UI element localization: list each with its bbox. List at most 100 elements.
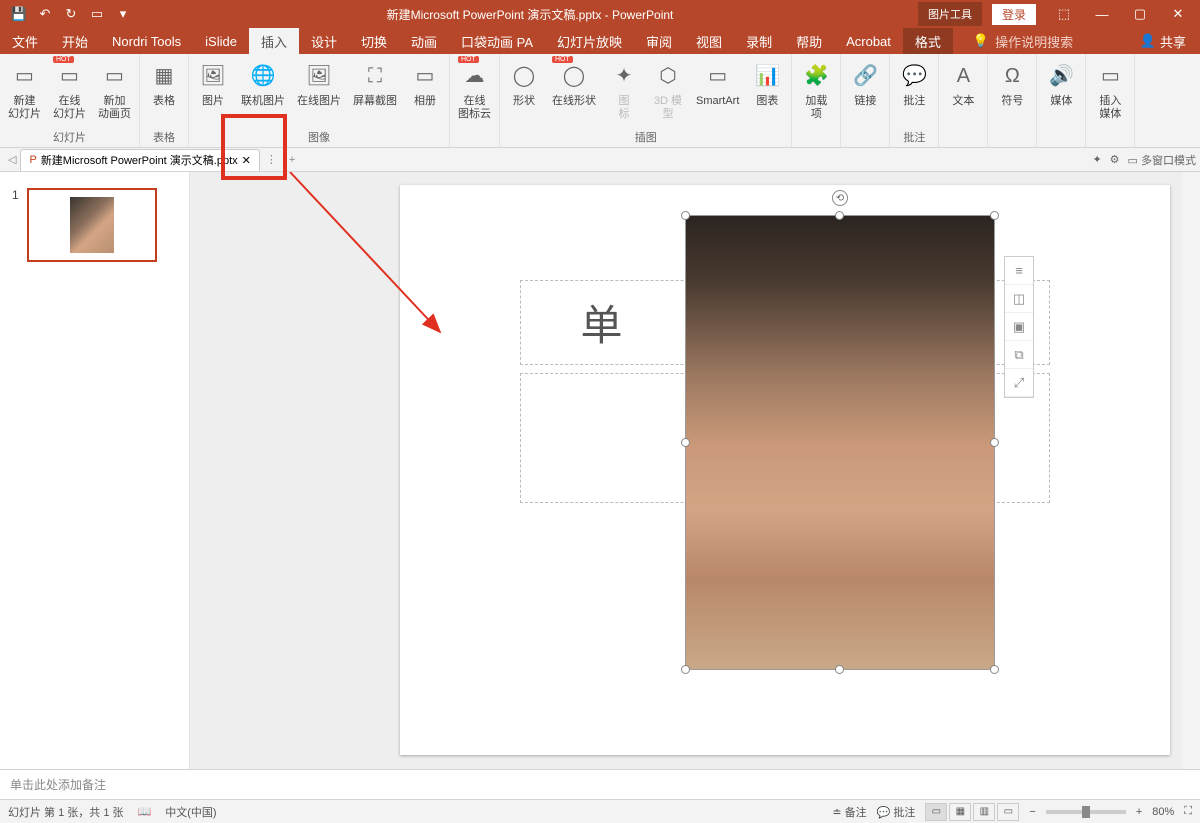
maximize-icon[interactable]: ▢ <box>1122 1 1158 27</box>
redo-icon[interactable]: ↻ <box>60 3 82 25</box>
rotate-handle[interactable]: ⟲ <box>832 190 848 206</box>
image-content <box>686 216 994 669</box>
tab-insert[interactable]: 插入 <box>249 28 299 54</box>
online-slide-button[interactable]: ▭在线 幻灯片 <box>47 58 92 123</box>
vertical-scrollbar[interactable] <box>1182 172 1200 769</box>
online-pic-button[interactable]: 🖼在线图片 <box>291 58 347 127</box>
slide-canvas[interactable]: 单 标题 ⟲ ≡ ◫ ▣ ⧉ ⤢ <box>400 185 1170 755</box>
insert-media-button[interactable]: ▭插入 媒体 <box>1088 58 1132 143</box>
ribbon-options-icon[interactable]: ⬚ <box>1046 1 1082 27</box>
zoom-in-icon[interactable]: + <box>1136 806 1142 818</box>
tab-format[interactable]: 格式 <box>903 28 953 54</box>
status-comments-button[interactable]: 💬 批注 <box>877 804 916 820</box>
insert-media-icon: ▭ <box>1094 60 1126 92</box>
resize-handle-br[interactable] <box>990 665 999 674</box>
icon-cloud-button[interactable]: ☁在线 图标云 <box>452 58 497 123</box>
tab-islide[interactable]: iSlide <box>193 28 249 54</box>
resize-handle-ml[interactable] <box>681 438 690 447</box>
resize-handle-bl[interactable] <box>681 665 690 674</box>
crop-icon[interactable]: ▣ <box>1005 313 1033 341</box>
status-bar: 幻灯片 第 1 张，共 1 张 📖 中文(中国) ≐ 备注 💬 批注 ▭ ▦ ▥… <box>0 799 1200 823</box>
tab-design[interactable]: 设计 <box>299 28 349 54</box>
picture-button[interactable]: 🖼图片 <box>191 58 235 127</box>
new-slide-button[interactable]: ▭新建 幻灯片 <box>2 58 47 127</box>
tab-review[interactable]: 审阅 <box>634 28 684 54</box>
tab-acrobat[interactable]: Acrobat <box>834 28 903 54</box>
selected-image[interactable]: ⟲ ≡ ◫ ▣ ⧉ ⤢ <box>685 215 995 670</box>
tab-animations[interactable]: 动画 <box>399 28 449 54</box>
icon-cloud-label: 在线 图标云 <box>458 95 491 121</box>
slide-thumbnail[interactable]: 1 <box>12 188 177 262</box>
screenshot-label: 屏幕截图 <box>353 95 397 108</box>
resize-handle-tr[interactable] <box>990 211 999 220</box>
zoom-thumb[interactable] <box>1082 806 1090 818</box>
multi-window-icon[interactable]: ▭ 多窗口模式 <box>1128 152 1196 168</box>
undo-icon[interactable]: ↶ <box>34 3 56 25</box>
tab-home[interactable]: 开始 <box>50 28 100 54</box>
3d-model-button[interactable]: ⬡3D 模 型 <box>646 58 690 127</box>
minimize-icon[interactable]: — <box>1084 1 1120 27</box>
slideshow-view-icon[interactable]: ▭ <box>997 803 1019 821</box>
reading-view-icon[interactable]: ▥ <box>973 803 995 821</box>
save-icon[interactable]: 💾 <box>8 3 30 25</box>
link-button[interactable]: 🔗链接 <box>843 58 887 143</box>
resize-handle-bc[interactable] <box>835 665 844 674</box>
tab-pa[interactable]: 口袋动画 PA <box>449 28 545 54</box>
close-tab-icon[interactable]: ✕ <box>242 154 251 167</box>
tab-nordri[interactable]: Nordri Tools <box>100 28 193 54</box>
copy-icon[interactable]: ⧉ <box>1005 341 1033 369</box>
tab-help[interactable]: 帮助 <box>784 28 834 54</box>
screenshot-button[interactable]: ⛶屏幕截图 <box>347 58 403 127</box>
document-tab[interactable]: P 新建Microsoft PowerPoint 演示文稿.pptx ✕ <box>20 149 259 171</box>
layout-icon[interactable]: ◫ <box>1005 285 1033 313</box>
tab-transitions[interactable]: 切换 <box>349 28 399 54</box>
zoom-level[interactable]: 80% <box>1152 806 1174 818</box>
notes-pane[interactable]: 单击此处添加备注 <box>0 769 1200 799</box>
options-icon[interactable]: ✦ <box>1092 153 1101 166</box>
zoom-slider[interactable] <box>1046 810 1126 814</box>
tab-view[interactable]: 视图 <box>684 28 734 54</box>
tab-slideshow[interactable]: 幻灯片放映 <box>545 28 634 54</box>
notes-btn-label: 备注 <box>845 807 867 819</box>
tab-file[interactable]: 文件 <box>0 28 50 54</box>
icons-button[interactable]: ✦图 标 <box>602 58 646 127</box>
album-button[interactable]: ▭相册 <box>403 58 447 127</box>
add-tab-icon[interactable]: + <box>283 154 301 166</box>
online-picture-button[interactable]: 🌐联机图片 <box>235 58 291 127</box>
tab-record[interactable]: 录制 <box>734 28 784 54</box>
spellcheck-icon[interactable]: 📖 <box>138 805 152 818</box>
table-button[interactable]: ▦表格 <box>142 58 186 127</box>
close-icon[interactable]: ✕ <box>1160 1 1196 27</box>
start-icon[interactable]: ▭ <box>86 3 108 25</box>
view-buttons: ▭ ▦ ▥ ▭ <box>925 803 1019 821</box>
gear-icon[interactable]: ⚙ <box>1110 153 1120 166</box>
add-anim-page-button[interactable]: ▭新加 动画页 <box>92 58 137 127</box>
status-notes-button[interactable]: ≐ 备注 <box>832 804 866 820</box>
zoom-out-icon[interactable]: − <box>1029 806 1035 818</box>
normal-view-icon[interactable]: ▭ <box>925 803 947 821</box>
chart-button[interactable]: 📊图表 <box>745 58 789 127</box>
fit-window-icon[interactable]: ⛶ <box>1184 805 1192 818</box>
online-shapes-button[interactable]: ◯在线形状 <box>546 58 602 110</box>
share-button[interactable]: 👤 共享 <box>1126 32 1200 51</box>
symbol-button[interactable]: Ω符号 <box>990 58 1034 143</box>
resize-handle-tl[interactable] <box>681 211 690 220</box>
resize-handle-tc[interactable] <box>835 211 844 220</box>
login-button[interactable]: 登录 <box>992 4 1036 25</box>
text-button[interactable]: A文本 <box>941 58 985 143</box>
sorter-view-icon[interactable]: ▦ <box>949 803 971 821</box>
shapes-button[interactable]: ◯形状 <box>502 58 546 127</box>
tell-me-search[interactable]: 💡 操作说明搜索 <box>953 32 1126 51</box>
group-slides-label: 幻灯片 <box>2 127 137 147</box>
expand-icon[interactable]: ≡ <box>1005 257 1033 285</box>
media-button[interactable]: 🔊媒体 <box>1039 58 1083 143</box>
smartart-button[interactable]: ▭SmartArt <box>690 58 745 127</box>
addins-button[interactable]: 🧩加载 项 <box>794 58 838 143</box>
tab-nav-icon[interactable]: ◁ <box>4 153 20 166</box>
comment-button[interactable]: 💬批注 <box>892 58 936 127</box>
status-language[interactable]: 中文(中国) <box>165 804 216 820</box>
resize-handle-mr[interactable] <box>990 438 999 447</box>
qat-dropdown-icon[interactable]: ▾ <box>112 3 134 25</box>
reset-icon[interactable]: ⤢ <box>1005 369 1033 397</box>
tab-menu-icon[interactable]: ⋮ <box>260 153 283 166</box>
